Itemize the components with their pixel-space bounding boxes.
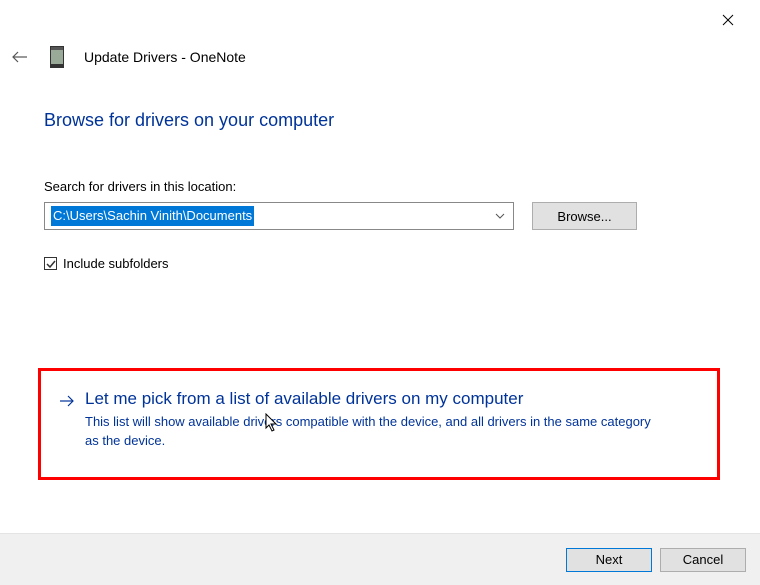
pick-from-list-desc: This list will show available drivers co…	[85, 413, 665, 451]
search-location-label: Search for drivers in this location:	[44, 179, 716, 194]
cancel-button[interactable]: Cancel	[660, 548, 746, 572]
next-button[interactable]: Next	[566, 548, 652, 572]
dialog-header: Update Drivers - OneNote	[10, 46, 246, 68]
pick-from-list-option[interactable]: Let me pick from a list of available dri…	[38, 368, 720, 480]
pick-from-list-title: Let me pick from a list of available dri…	[85, 389, 665, 409]
check-icon	[46, 259, 56, 269]
dialog-title: Update Drivers - OneNote	[84, 49, 246, 65]
dialog-footer: Next Cancel	[0, 533, 760, 585]
arrow-right-icon	[59, 393, 75, 409]
device-icon	[50, 46, 64, 68]
close-button[interactable]	[716, 8, 740, 32]
include-subfolders-checkbox[interactable]	[44, 257, 57, 270]
browse-button[interactable]: Browse...	[532, 202, 637, 230]
include-subfolders-label: Include subfolders	[63, 256, 169, 271]
include-subfolders-row: Include subfolders	[44, 256, 716, 271]
close-icon	[722, 14, 734, 26]
update-drivers-dialog: Update Drivers - OneNote Browse for driv…	[0, 0, 760, 585]
location-value: C:\Users\Sachin Vinith\Documents	[51, 206, 254, 226]
chevron-down-icon	[495, 211, 505, 221]
location-row: C:\Users\Sachin Vinith\Documents Browse.…	[44, 202, 716, 230]
back-button[interactable]	[10, 47, 30, 67]
page-heading: Browse for drivers on your computer	[44, 110, 716, 131]
location-combobox[interactable]: C:\Users\Sachin Vinith\Documents	[44, 202, 514, 230]
dialog-content: Browse for drivers on your computer Sear…	[44, 110, 716, 271]
back-arrow-icon	[11, 50, 29, 64]
